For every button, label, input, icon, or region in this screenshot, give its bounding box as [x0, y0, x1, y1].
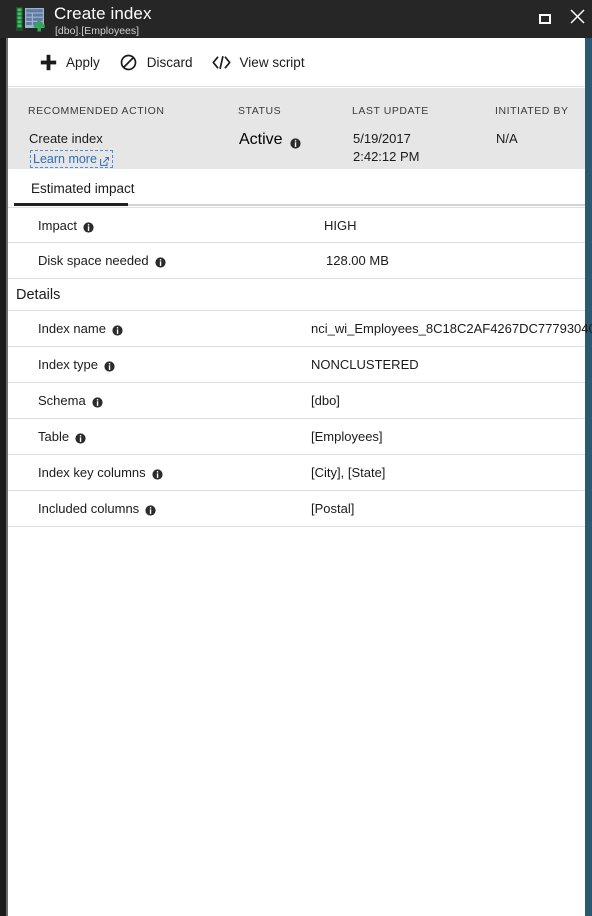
create-index-table-icon: [16, 7, 46, 33]
info-icon[interactable]: [289, 136, 301, 149]
table-value: [Employees]: [311, 429, 383, 444]
recommended-action-header: RECOMMENDED ACTION: [28, 105, 165, 117]
apply-button[interactable]: Apply: [28, 38, 109, 87]
last-update-time: 2:42:12 PM: [353, 149, 420, 164]
table-row: Index name nci_wi_Employees_8C18C2AF4267…: [8, 311, 592, 347]
index-key-columns-value: [City], [State]: [311, 465, 386, 480]
create-index-window: Create index [dbo].[Employees] Apply Dis…: [0, 0, 592, 916]
tab-estimated-impact-label: Estimated impact: [31, 180, 135, 196]
index-type-label: Index type: [38, 357, 98, 372]
detail-rows: Impact HIGH Disk space needed 128.00 MB …: [8, 207, 592, 527]
apply-label: Apply: [66, 54, 100, 70]
recommended-action-value: Create index: [29, 131, 103, 146]
recommended-action-band: RECOMMENDED ACTION Create index Learn mo…: [8, 88, 585, 169]
table-row: Impact HIGH: [8, 207, 585, 243]
view-script-label: View script: [239, 54, 305, 70]
status-value-wrap: Active: [239, 131, 301, 149]
prohibition-icon: [118, 51, 140, 73]
info-icon[interactable]: [83, 221, 94, 233]
status-header: STATUS: [238, 105, 282, 117]
status-value: Active: [239, 131, 283, 148]
index-type-value: NONCLUSTERED: [311, 357, 419, 372]
window-subtitle: [dbo].[Employees]: [55, 25, 140, 37]
disk-space-label-wrap: Disk space needed: [38, 253, 166, 268]
index-key-columns-label: Index key columns: [38, 465, 146, 480]
discard-button[interactable]: Discard: [109, 38, 202, 87]
learn-more-label: Learn more: [33, 152, 97, 166]
index-key-columns-label-wrap: Index key columns: [38, 465, 163, 480]
schema-label: Schema: [38, 393, 86, 408]
code-brackets-icon: [211, 51, 233, 73]
external-link-icon: [100, 155, 109, 166]
plus-icon: [37, 51, 59, 73]
command-toolbar: Apply Discard View script: [8, 38, 585, 87]
table-row: Index key columns [City], [State]: [8, 455, 585, 491]
window-title: Create index: [54, 4, 152, 23]
schema-label-wrap: Schema: [38, 393, 103, 408]
index-type-label-wrap: Index type: [38, 357, 115, 372]
info-icon[interactable]: [145, 504, 156, 516]
info-icon[interactable]: [75, 432, 86, 444]
impact-label: Impact: [38, 217, 78, 233]
title-bar: Create index [dbo].[Employees]: [0, 0, 592, 38]
details-section-title: Details: [8, 279, 585, 311]
table-row: Included columns [Postal]: [8, 491, 585, 527]
index-name-label: Index name: [38, 321, 106, 336]
table-row: Disk space needed 128.00 MB: [8, 243, 585, 279]
last-update-date: 5/19/2017: [353, 131, 411, 146]
table-label: Table: [38, 429, 70, 444]
learn-more-link[interactable]: Learn more: [30, 150, 113, 168]
initiated-by-value: N/A: [496, 131, 518, 146]
tab-bar: Estimated impact: [8, 169, 585, 205]
maximize-icon: [539, 14, 551, 24]
disk-space-value: 128.00 MB: [326, 253, 389, 268]
table-label-wrap: Table: [38, 429, 86, 444]
info-icon[interactable]: [112, 324, 123, 336]
tab-estimated-impact[interactable]: Estimated impact: [22, 174, 144, 202]
maximize-button[interactable]: [528, 0, 562, 38]
included-columns-label: Included columns: [38, 501, 140, 516]
schema-value: [dbo]: [311, 393, 340, 408]
view-script-button[interactable]: View script: [202, 38, 314, 87]
table-row: Index type NONCLUSTERED: [8, 347, 585, 383]
impact-label-wrap: Impact: [38, 218, 94, 233]
info-icon[interactable]: [154, 256, 166, 268]
impact-value: HIGH: [324, 217, 357, 233]
included-columns-label-wrap: Included columns: [38, 501, 156, 516]
index-name-label-wrap: Index name: [38, 321, 123, 336]
last-update-header: LAST UPDATE: [352, 105, 429, 117]
initiated-by-header: INITIATED BY: [495, 105, 569, 117]
included-columns-value: [Postal]: [311, 501, 355, 516]
index-name-value: nci_wi_Employees_8C18C2AF4267DC777930407…: [311, 321, 592, 336]
info-icon[interactable]: [92, 396, 103, 408]
table-row: Table [Employees]: [8, 419, 585, 455]
discard-label: Discard: [146, 54, 193, 70]
close-icon: [569, 9, 585, 29]
disk-space-label: Disk space needed: [38, 253, 149, 268]
info-icon[interactable]: [104, 360, 115, 372]
info-icon[interactable]: [152, 468, 163, 480]
window-right-accent-rail: [585, 38, 592, 916]
close-button[interactable]: [560, 0, 592, 38]
tab-underline-active: [14, 203, 128, 206]
table-row: Schema [dbo]: [8, 383, 585, 419]
